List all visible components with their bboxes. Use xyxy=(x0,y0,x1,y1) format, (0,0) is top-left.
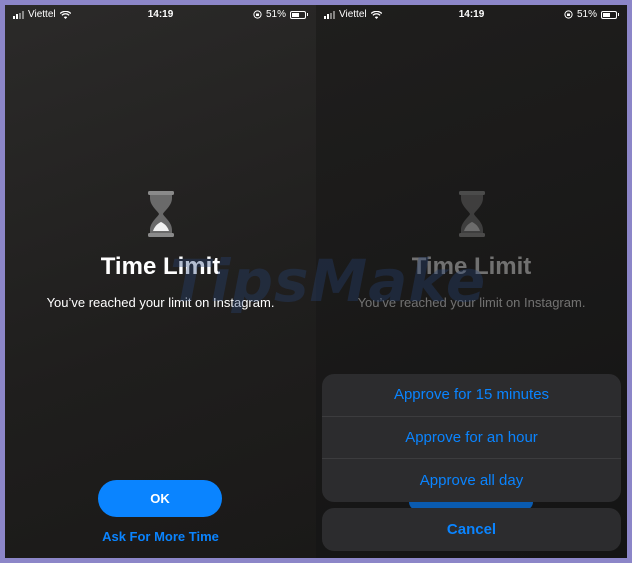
limit-message: You’ve reached your limit on Instagram. xyxy=(46,295,275,310)
page-title: Time Limit xyxy=(411,253,532,280)
battery-icon xyxy=(290,10,306,19)
battery-info: 51% xyxy=(253,9,308,20)
approve-all-day-option[interactable]: Approve all day xyxy=(322,459,621,502)
hourglass-icon xyxy=(147,191,174,237)
approve-15-minutes-option[interactable]: Approve for 15 minutes xyxy=(322,374,621,417)
approve-hour-option[interactable]: Approve for an hour xyxy=(322,417,621,460)
cancel-button[interactable]: Cancel xyxy=(322,508,621,551)
hourglass-icon xyxy=(458,191,485,237)
battery-nub xyxy=(307,13,308,16)
limit-message: You’ve reached your limit on Instagram. xyxy=(357,295,586,310)
battery-nub xyxy=(618,13,619,16)
approve-action-sheet: Approve for 15 minutes Approve for an ho… xyxy=(322,374,621,502)
battery-info: 51% xyxy=(564,9,619,20)
time-limit-screen: Viettel 14:19 51% Time Limit You’ve reac… xyxy=(5,5,316,558)
orientation-lock-icon xyxy=(253,10,262,19)
battery-icon xyxy=(601,10,617,19)
status-bar: Viettel 14:19 51% xyxy=(5,5,316,25)
orientation-lock-icon xyxy=(564,10,573,19)
page-title: Time Limit xyxy=(100,253,221,280)
screenshot-frame: Viettel 14:19 51% Time Limit You’ve reac… xyxy=(5,5,627,558)
approve-sheet-screen: Viettel 14:19 51% Time Limit You’ve reac… xyxy=(316,5,627,558)
ok-button[interactable]: OK xyxy=(98,480,222,517)
status-bar: Viettel 14:19 51% xyxy=(316,5,627,25)
battery-percent: 51% xyxy=(265,9,286,20)
ask-for-more-time-link[interactable]: Ask For More Time xyxy=(5,529,316,544)
battery-percent: 51% xyxy=(576,9,597,20)
